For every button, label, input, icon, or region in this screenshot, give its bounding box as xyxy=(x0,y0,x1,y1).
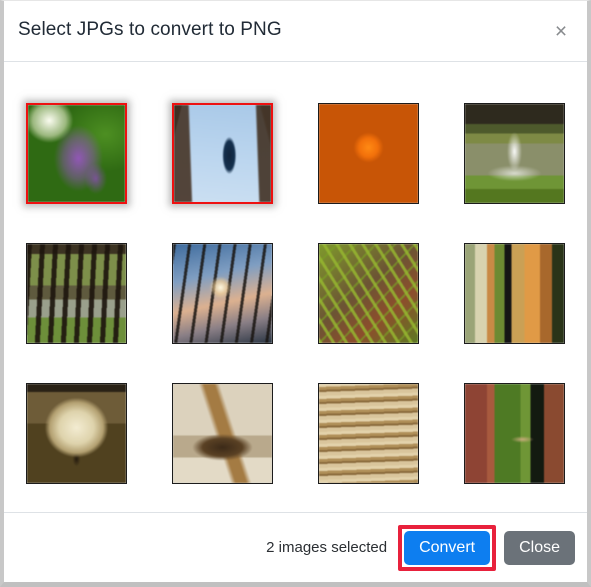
thumbnail-image xyxy=(465,104,564,203)
convert-button-highlight: Convert xyxy=(398,524,497,571)
thumbnail-image xyxy=(319,384,418,483)
thumbnail-green-grass-closeup[interactable] xyxy=(318,243,419,344)
thumbnail-image xyxy=(173,384,272,483)
close-icon[interactable]: × xyxy=(544,14,578,48)
thumbnail-orange-fruit-on-table[interactable] xyxy=(318,103,419,204)
thumbnail-image xyxy=(28,105,125,202)
close-button[interactable]: Close xyxy=(504,530,575,565)
thumbnail-image xyxy=(319,244,418,343)
thumbnail-purple-flower-spike[interactable] xyxy=(26,103,127,204)
thumbnail-image xyxy=(319,104,418,203)
thumbnail-grilled-food-plate[interactable] xyxy=(464,243,565,344)
thumbnail-image xyxy=(27,244,126,343)
footer-actions: 2 images selected Convert Close xyxy=(266,513,575,582)
thumbnail-pond-fountain-lawn[interactable] xyxy=(464,103,565,204)
convert-button[interactable]: Convert xyxy=(404,530,491,565)
thumbnail-stacked-book-pages[interactable] xyxy=(318,383,419,484)
thumbnail-wooden-stool-leg[interactable] xyxy=(172,383,273,484)
thumbnail-flooded-forest-trees[interactable] xyxy=(26,243,127,344)
thumbnail-image xyxy=(465,244,564,343)
thumbnail-image xyxy=(465,384,564,483)
thumbnail-grid xyxy=(4,62,587,484)
thumbnail-image xyxy=(174,105,271,202)
thumbnail-gallery xyxy=(4,62,587,512)
selection-count-label: 2 images selected xyxy=(266,539,388,556)
thumbnail-sunset-through-branches[interactable] xyxy=(172,243,273,344)
thumbnail-hanging-glass-lamp[interactable] xyxy=(26,383,127,484)
page-title: Select JPGs to convert to PNG xyxy=(18,19,282,40)
convert-dialog-window: Select JPGs to convert to PNG × 2 images… xyxy=(0,0,591,587)
thumbnail-lizard-on-brick-wall[interactable] xyxy=(464,383,565,484)
dialog-header: Select JPGs to convert to PNG × xyxy=(4,1,587,62)
thumbnail-image xyxy=(173,244,272,343)
thumbnail-image xyxy=(27,384,126,483)
dialog-footer: 2 images selected Convert Close xyxy=(4,512,587,582)
thumbnail-cormorant-bird-in-bare-tree[interactable] xyxy=(172,103,273,204)
